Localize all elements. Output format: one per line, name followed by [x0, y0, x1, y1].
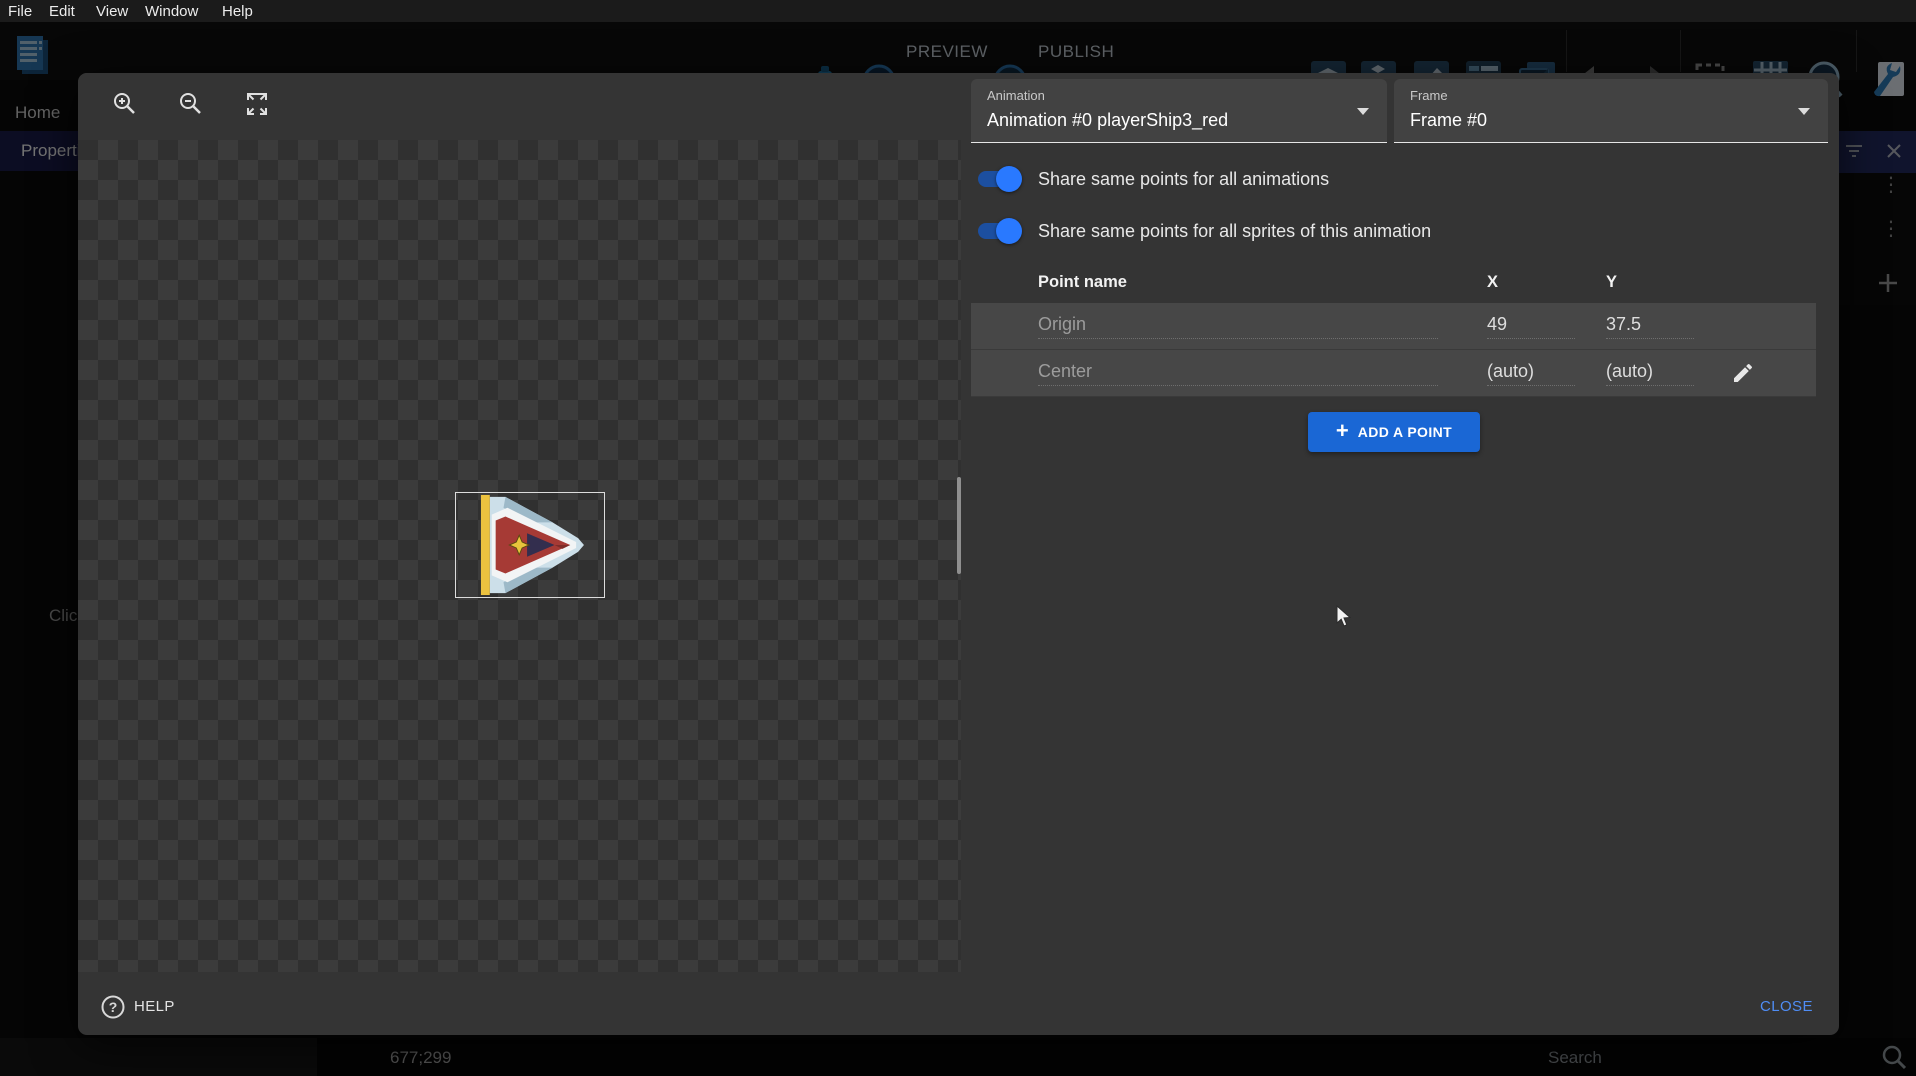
column-header-y: Y [1606, 273, 1617, 292]
animation-select-value: Animation #0 playerShip3_red [987, 110, 1228, 131]
point-name-field: Center [1038, 361, 1438, 386]
menu-window[interactable]: Window [145, 3, 198, 20]
share-points-all-sprites-toggle[interactable] [976, 218, 1022, 244]
svg-text:?: ? [109, 999, 118, 1015]
point-x-field[interactable]: (auto) [1487, 361, 1575, 386]
chevron-down-icon [1798, 108, 1810, 115]
close-button[interactable]: CLOSE [1746, 988, 1816, 1026]
zoom-out-icon[interactable] [178, 91, 204, 117]
point-y-field[interactable]: 37.5 [1606, 314, 1694, 339]
share-points-all-sprites-label: Share same points for all sprites of thi… [1038, 218, 1431, 244]
menu-edit[interactable]: Edit [49, 3, 75, 20]
help-icon: ? [100, 994, 126, 1020]
table-row-center: Center (auto) (auto) [971, 350, 1816, 397]
application-window: File Edit View Window Help [0, 0, 1916, 1076]
sprite-selection-box [455, 492, 605, 598]
frame-select[interactable]: Frame Frame #0 [1394, 79, 1828, 143]
fit-view-icon[interactable] [244, 91, 270, 117]
table-row-origin: Origin 49 37.5 [971, 303, 1816, 350]
menu-help[interactable]: Help [222, 3, 253, 20]
column-header-point-name: Point name [1038, 273, 1127, 292]
column-header-x: X [1487, 273, 1498, 292]
add-a-point-label: ADD A POINT [1358, 424, 1452, 440]
zoom-in-icon[interactable] [112, 91, 138, 117]
close-label: CLOSE [1760, 998, 1813, 1015]
point-x-field[interactable]: 49 [1487, 314, 1575, 339]
menu-bar: File Edit View Window Help [0, 0, 1916, 22]
share-points-all-animations-label: Share same points for all animations [1038, 166, 1329, 192]
canvas-scrollbar[interactable] [957, 477, 961, 574]
edit-points-dialog: Animation Animation #0 playerShip3_red F… [78, 73, 1839, 1035]
toggle-thumb [996, 166, 1022, 192]
help-label: HELP [134, 998, 175, 1015]
toggle-thumb [996, 218, 1022, 244]
chevron-down-icon [1357, 108, 1369, 115]
plus-icon: + [1336, 420, 1349, 442]
menu-file[interactable]: File [8, 3, 32, 20]
menu-view[interactable]: View [96, 3, 128, 20]
frame-select-value: Frame #0 [1410, 110, 1487, 131]
animation-select[interactable]: Animation Animation #0 playerShip3_red [971, 79, 1387, 143]
mouse-cursor [1336, 605, 1352, 629]
sprite-canvas-area [78, 73, 961, 972]
share-points-all-animations-toggle[interactable] [976, 166, 1022, 192]
player-ship-sprite [456, 493, 604, 597]
add-a-point-button[interactable]: + ADD A POINT [1308, 412, 1480, 452]
frame-select-label: Frame [1410, 88, 1448, 103]
edit-pencil-icon[interactable] [1731, 361, 1755, 385]
animation-select-label: Animation [987, 88, 1045, 103]
point-name-field: Origin [1038, 314, 1438, 339]
point-y-field[interactable]: (auto) [1606, 361, 1694, 386]
help-button[interactable]: ? HELP [94, 988, 224, 1026]
